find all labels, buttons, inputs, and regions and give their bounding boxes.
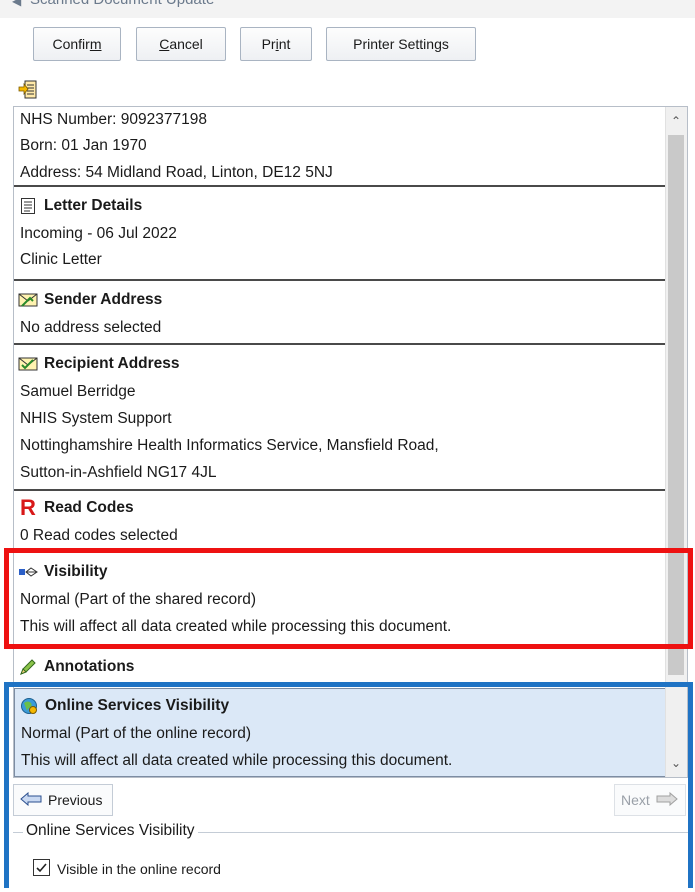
arrow-left-icon (20, 791, 42, 809)
printer-settings-label: Printer Settings (353, 36, 449, 52)
nhs-number: NHS Number: 9092377198 (20, 111, 207, 128)
read-codes-heading: R Read Codes (18, 495, 134, 520)
recipient-address-title: Recipient Address (44, 355, 180, 372)
read-code-icon: R (20, 495, 36, 520)
envelope-icon (18, 291, 38, 309)
checkmark-icon (36, 863, 47, 873)
letter-details-title: Letter Details (44, 197, 143, 214)
visible-online-checkbox[interactable] (33, 859, 50, 876)
annotations-title: Annotations (44, 658, 135, 675)
cancel-label-key: C (159, 36, 170, 52)
highlight-red-box (4, 548, 693, 649)
back-arrow-icon[interactable]: ◀ (12, 0, 21, 8)
vertical-scrollbar[interactable]: ⌃ ⌄ (665, 107, 687, 777)
sender-address-title: Sender Address (44, 291, 163, 308)
confirm-label-key: m (89, 36, 102, 52)
print-label-b: nt (278, 36, 291, 52)
patient-section: NHS Number: 9092377198 Born: 01 Jan 1970… (14, 107, 666, 187)
letter-details-section[interactable]: Letter Details Incoming - 06 Jul 2022 Cl… (14, 189, 666, 281)
window-title: Scanned Document Update (30, 0, 214, 8)
recipient-address-line2: Sutton-in-Ashfield NG17 4JL (20, 464, 217, 481)
next-button[interactable]: Next (614, 784, 686, 816)
letter-details-heading: Letter Details (18, 197, 142, 215)
toolbar: Confir m Cancel Pr i nt Printer Settings (0, 18, 695, 80)
next-label: Next (621, 792, 650, 808)
confirm-button[interactable]: Confir m (33, 27, 121, 61)
document-move-icon[interactable] (18, 80, 38, 100)
pencil-icon (18, 658, 38, 676)
annotations-heading: Annotations (18, 658, 134, 676)
letter-icon (18, 197, 38, 215)
patient-address: Address: 54 Midland Road, Linton, DE12 5… (20, 164, 333, 181)
confirm-label-a: Confir (52, 36, 90, 52)
visible-online-label: Visible in the online record (57, 861, 221, 877)
recipient-address-line1: Nottinghamshire Health Informatics Servi… (20, 437, 439, 454)
window-titlebar: ◀ Scanned Document Update (0, 0, 695, 18)
scroll-up-icon[interactable]: ⌃ (665, 109, 687, 133)
letter-type: Clinic Letter (20, 251, 102, 268)
arrow-right-icon (656, 791, 678, 809)
recipient-name: Samuel Berridge (20, 383, 136, 400)
document-details-panel: NHS Number: 9092377198 Born: 01 Jan 1970… (13, 106, 688, 778)
previous-label: Previous (48, 792, 103, 808)
sender-address-heading: Sender Address (18, 291, 162, 309)
sender-address-section[interactable]: Sender Address No address selected (14, 283, 666, 345)
online-visibility-groupbox: Online Services Visibility Visible in th… (13, 822, 688, 888)
previous-button[interactable]: Previous (13, 784, 113, 816)
read-codes-value: 0 Read codes selected (20, 527, 178, 544)
read-codes-title: Read Codes (44, 499, 134, 516)
recipient-address-section[interactable]: Recipient Address Samuel Berridge NHIS S… (14, 347, 666, 491)
recipient-address-heading: Recipient Address (18, 355, 180, 373)
online-visibility-group-legend: Online Services Visibility (23, 822, 198, 840)
read-codes-section[interactable]: R Read Codes 0 Read codes selected (14, 493, 666, 551)
envelope-icon (18, 355, 38, 373)
cancel-label-b: ancel (169, 36, 203, 52)
letter-date: Incoming - 06 Jul 2022 (20, 225, 177, 242)
recipient-org: NHIS System Support (20, 410, 172, 427)
printer-settings-button[interactable]: Printer Settings (326, 27, 476, 61)
print-label-a: Pr (261, 36, 276, 52)
print-button[interactable]: Pr i nt (240, 27, 312, 61)
cancel-button[interactable]: Cancel (136, 27, 226, 61)
sender-address-value: No address selected (20, 319, 162, 336)
date-of-birth: Born: 01 Jan 1970 (20, 137, 147, 154)
